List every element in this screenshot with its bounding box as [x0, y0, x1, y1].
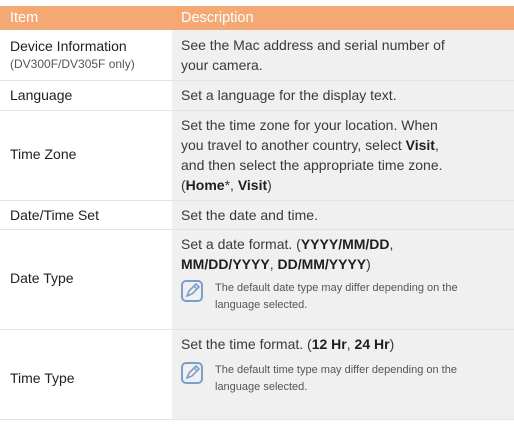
- note-text: The default date type may differ dependi…: [215, 282, 458, 311]
- item-label: Time Type: [10, 370, 75, 386]
- description-text: Set the date and time.: [181, 207, 318, 223]
- description-text: See the Mac address and serial number of…: [181, 37, 445, 73]
- table-row: Language Set a language for the display …: [0, 81, 514, 111]
- description-cell: Set a date format. (YYYY/MM/DD, MM/DD/YYY…: [172, 230, 514, 329]
- item-cell: Language: [0, 81, 172, 110]
- item-label: Date/Time Set: [10, 207, 99, 223]
- item-cell: Device Information (DV300F/DV305F only): [0, 30, 172, 80]
- description-cell: See the Mac address and serial number of…: [172, 30, 514, 80]
- description-cell: Set the time format. (12 Hr, 24 Hr) The …: [172, 330, 514, 419]
- description-text: Set a date format. (YYYY/MM/DD, MM/DD/YYY…: [181, 236, 394, 272]
- item-cell: Time Type: [0, 330, 172, 419]
- description-cell: Set a language for the display text.: [172, 81, 514, 110]
- item-label: Date Type: [10, 270, 74, 286]
- item-cell: Date/Time Set: [0, 201, 172, 229]
- item-cell: Date Type: [0, 230, 172, 329]
- table-header: Item Description: [0, 6, 514, 30]
- table-row: Date/Time Set Set the date and time.: [0, 201, 514, 230]
- table-row: Date Type Set a date format. (YYYY/MM/DD…: [0, 230, 514, 330]
- table-row: Time Type Set the time format. (12 Hr, 2…: [0, 330, 514, 420]
- item-cell: Time Zone: [0, 111, 172, 200]
- header-item: Item: [10, 10, 39, 26]
- note-pencil-icon: [181, 280, 203, 302]
- item-sublabel: (DV300F/DV305F only): [10, 57, 135, 71]
- description-text: Set the time format. (12 Hr, 24 Hr): [181, 336, 395, 352]
- description-text: Set a language for the display text.: [181, 87, 397, 103]
- note-pencil-icon: [181, 362, 203, 384]
- header-description: Description: [181, 10, 254, 26]
- table-row: Device Information (DV300F/DV305F only) …: [0, 30, 514, 81]
- item-label: Language: [10, 87, 73, 103]
- description-cell: Set the date and time.: [172, 201, 514, 229]
- table-row: Time Zone Set the time zone for your loc…: [0, 111, 514, 201]
- description-cell: Set the time zone for your location. Whe…: [172, 111, 514, 200]
- item-label: Device Information: [10, 38, 127, 54]
- note-text: The default time type may differ dependi…: [215, 364, 457, 393]
- description-text: Set the time zone for your location. Whe…: [181, 117, 443, 193]
- item-label: Time Zone: [10, 146, 77, 162]
